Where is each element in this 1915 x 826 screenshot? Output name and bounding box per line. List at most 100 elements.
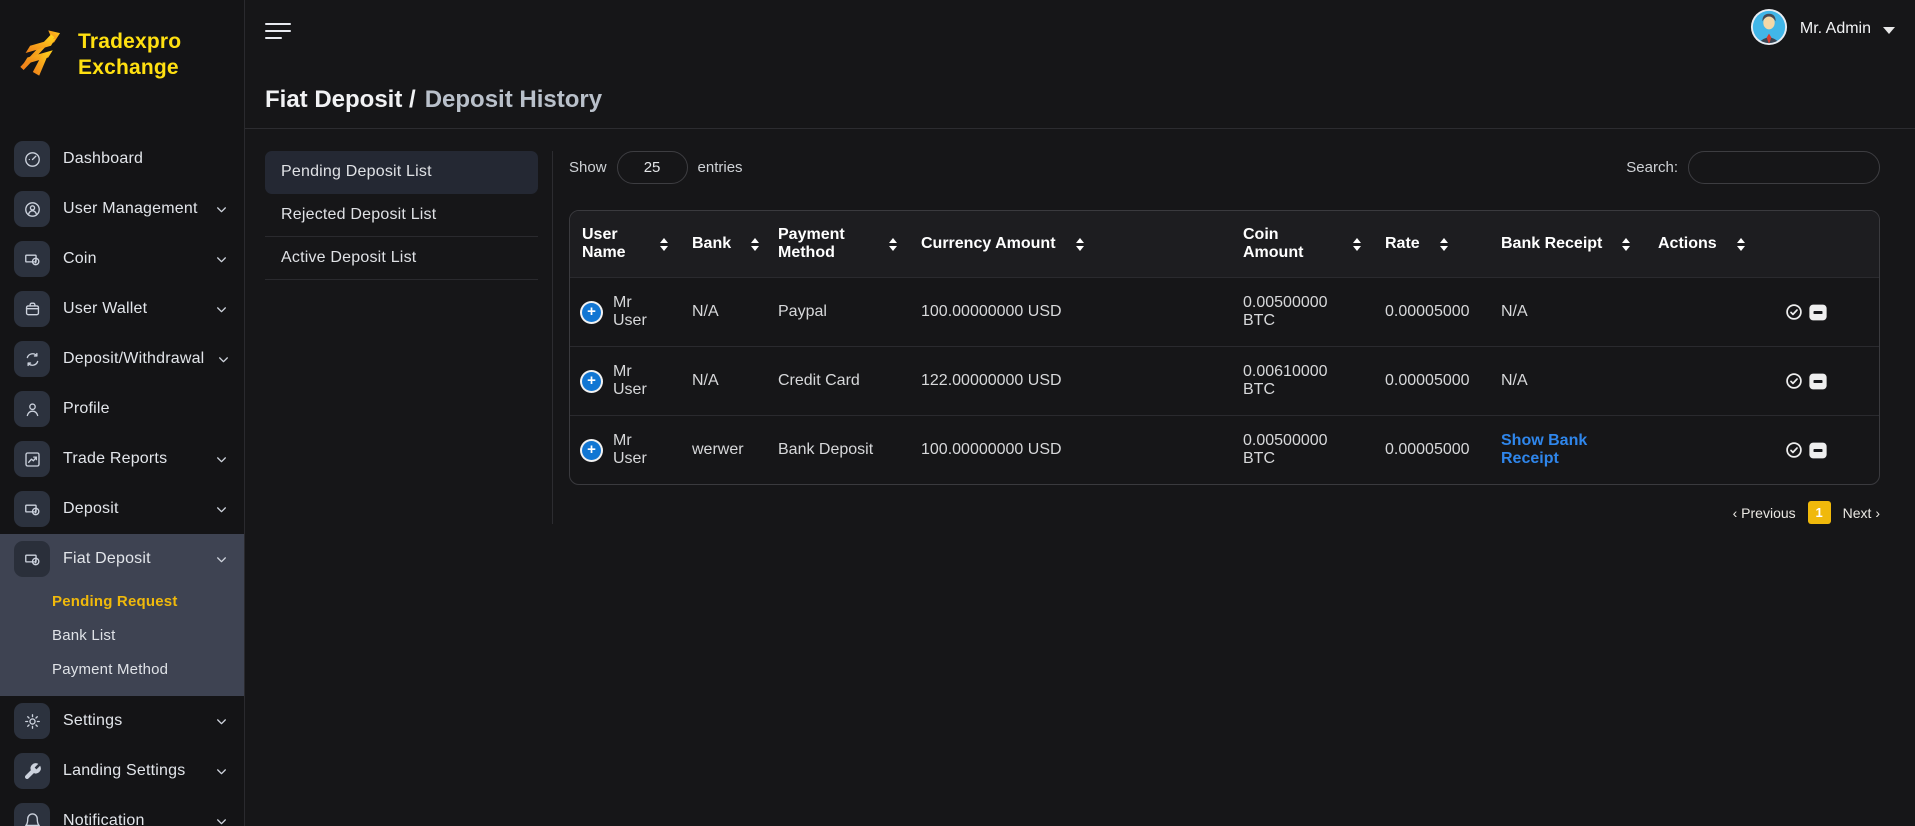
chevron-down-icon	[217, 353, 230, 366]
table-row: Mr UserN/APaypal100.00000000 USD0.005000…	[570, 278, 1879, 347]
hamburger-menu-icon[interactable]	[265, 19, 291, 39]
sidebar-item-label: User Wallet	[63, 300, 147, 318]
next-page-button[interactable]: Next ›	[1843, 505, 1880, 521]
table-area: Show 25 entries Search:	[553, 151, 1880, 524]
column-header-rate[interactable]: Rate	[1373, 211, 1489, 278]
table-body: Mr User N/APaypal100.00000000 USD0.005000…	[570, 278, 1879, 485]
sort-icon	[1353, 238, 1361, 251]
approve-icon[interactable]	[1785, 372, 1803, 390]
user-name-value: Mr User	[613, 432, 668, 468]
sort-icon	[1440, 238, 1448, 251]
landing-settings-icon	[14, 753, 50, 789]
page-header: Fiat Deposit / Deposit History	[245, 58, 1915, 129]
sidebar-item-label: Fiat Deposit	[63, 550, 151, 568]
column-header-bank[interactable]: Bank	[680, 211, 766, 278]
sidebar-item-landing-settings[interactable]: Landing Settings	[0, 746, 244, 796]
sidebar-item-coin[interactable]: Coin	[0, 234, 244, 284]
sidebar-item-trade-reports[interactable]: Trade Reports	[0, 434, 244, 484]
sidebar-subitem-pending-request[interactable]: Pending Request	[0, 584, 244, 618]
sort-icon	[1076, 238, 1084, 251]
sidebar-item-label: Coin	[63, 250, 97, 268]
sort-icon	[660, 238, 668, 251]
search-label: Search:	[1626, 159, 1678, 176]
table-header-row: User Name Bank Payment Method Currency Amou…	[570, 211, 1879, 278]
coin-amount-value: 0.00500000 BTC	[1231, 416, 1373, 485]
coin-icon	[14, 241, 50, 277]
tab-rejected-deposit-list[interactable]: Rejected Deposit List	[265, 194, 538, 237]
app-root: Tradexpro Exchange Dashboard User Managem…	[0, 0, 1915, 826]
payment-method-value: Paypal	[766, 278, 909, 347]
sort-icon	[1737, 238, 1745, 251]
breadcrumb-primary: Fiat Deposit /	[265, 86, 416, 114]
breadcrumb-secondary: Deposit History	[425, 86, 602, 114]
column-header-currency-amount[interactable]: Currency Amount	[909, 211, 1231, 278]
sort-icon	[751, 238, 759, 251]
entries-control: Show 25 entries	[569, 151, 743, 184]
payment-method-value: Bank Deposit	[766, 416, 909, 485]
chevron-down-icon	[1883, 27, 1895, 34]
currency-amount-value: 122.00000000 USD	[909, 347, 1231, 416]
page-title: Fiat Deposit / Deposit History	[265, 86, 1880, 114]
admin-menu[interactable]: Mr. Admin	[1750, 8, 1895, 51]
sidebar-item-user-management[interactable]: User Management	[0, 184, 244, 234]
sidebar-item-label: Trade Reports	[63, 450, 167, 468]
deposit-tab-list: Pending Deposit ListRejected Deposit Lis…	[265, 151, 538, 280]
previous-page-button[interactable]: ‹ Previous	[1733, 505, 1796, 521]
rate-value: 0.00005000	[1373, 416, 1489, 485]
column-header-bank-receipt[interactable]: Bank Receipt	[1489, 211, 1646, 278]
sidebar-item-deposit[interactable]: Deposit	[0, 484, 244, 534]
column-header-coin-amount[interactable]: Coin Amount	[1231, 211, 1373, 278]
currency-amount-value: 100.00000000 USD	[909, 278, 1231, 347]
sidebar-item-user-wallet[interactable]: User Wallet	[0, 284, 244, 334]
bank-value: werwer	[680, 416, 766, 485]
bank-value: N/A	[680, 278, 766, 347]
reject-icon[interactable]	[1809, 442, 1827, 459]
main-area: Mr. Admin Fiat Deposit / Deposit History…	[245, 0, 1915, 826]
user-name-value: Mr User	[613, 294, 668, 330]
sidebar-item-label: Deposit/Withdrawal	[63, 350, 204, 368]
column-label: Payment Method	[778, 226, 869, 262]
entries-select[interactable]: 25	[617, 151, 688, 184]
reject-icon[interactable]	[1809, 304, 1827, 321]
tab-pending-deposit-list[interactable]: Pending Deposit List	[265, 151, 538, 194]
expand-row-icon[interactable]	[582, 441, 601, 460]
show-bank-receipt-link[interactable]: Show Bank Receipt	[1501, 432, 1587, 467]
sidebar-item-profile[interactable]: Profile	[0, 384, 244, 434]
sidebar-item-label: Profile	[63, 400, 110, 418]
sort-icon	[1622, 238, 1630, 251]
column-label: Bank Receipt	[1501, 235, 1602, 253]
user-management-icon	[14, 191, 50, 227]
fiat-deposit-icon	[14, 541, 50, 577]
avatar	[1750, 8, 1788, 51]
sidebar-item-notification[interactable]: Notification	[0, 796, 244, 826]
pagination: ‹ Previous 1 Next ›	[569, 501, 1880, 524]
sidebar-item-label: Notification	[63, 812, 145, 826]
sidebar-subitem-payment-method[interactable]: Payment Method	[0, 652, 244, 686]
column-header-payment-method[interactable]: Payment Method	[766, 211, 909, 278]
column-label: Bank	[692, 235, 731, 253]
reject-icon[interactable]	[1809, 373, 1827, 390]
tab-active-deposit-list[interactable]: Active Deposit List	[265, 237, 538, 280]
expand-row-icon[interactable]	[582, 372, 601, 391]
sidebar-group-fiat-deposit: Fiat Deposit Pending RequestBank ListPaym…	[0, 534, 244, 696]
sidebar-item-label: Landing Settings	[63, 762, 185, 780]
chevron-down-icon	[215, 303, 228, 316]
column-label: User Name	[582, 226, 640, 262]
approve-icon[interactable]	[1785, 441, 1803, 459]
current-page-button[interactable]: 1	[1808, 501, 1831, 524]
column-label: Coin Amount	[1243, 226, 1333, 262]
search-input[interactable]	[1688, 151, 1880, 184]
sidebar-item-label: User Management	[63, 200, 198, 218]
expand-row-icon[interactable]	[582, 303, 601, 322]
sidebar-item-fiat-deposit[interactable]: Fiat Deposit	[0, 534, 244, 584]
sidebar-subitem-bank-list[interactable]: Bank List	[0, 618, 244, 652]
brand-logo[interactable]: Tradexpro Exchange	[0, 0, 244, 110]
sidebar-item-dashboard[interactable]: Dashboard	[0, 134, 244, 184]
chevron-down-icon	[215, 503, 228, 516]
bank-value: N/A	[680, 347, 766, 416]
approve-icon[interactable]	[1785, 303, 1803, 321]
sidebar-item-deposit-withdrawal[interactable]: Deposit/Withdrawal	[0, 334, 244, 384]
sidebar-item-settings[interactable]: Settings	[0, 696, 244, 746]
column-header-actions[interactable]: Actions	[1646, 211, 1879, 278]
column-header-user-name[interactable]: User Name	[570, 211, 680, 278]
